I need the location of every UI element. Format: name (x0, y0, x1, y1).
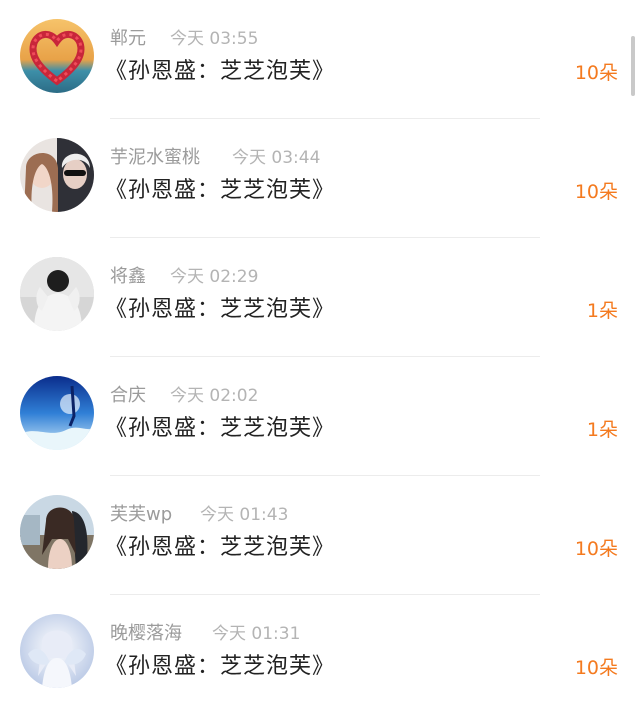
avatar[interactable] (20, 19, 94, 93)
timestamp: 今天 03:55 (170, 29, 259, 49)
scrollbar[interactable] (631, 36, 635, 96)
list-item[interactable]: 郸元 今天 03:55 《孙恩盛：芝芝泡芙》 10朵 (0, 0, 640, 119)
timestamp: 今天 01:31 (212, 624, 301, 644)
girl-photo-avatar-icon (20, 495, 94, 569)
list-item[interactable]: 将鑫 今天 02:29 《孙恩盛：芝芝泡芙》 1朵 (0, 238, 640, 357)
flower-count: 1朵 (586, 419, 618, 441)
flower-count: 10朵 (574, 538, 618, 560)
avatar[interactable] (20, 138, 94, 212)
flower-count: 10朵 (574, 62, 618, 84)
timestamp: 今天 02:29 (170, 267, 259, 287)
list-item[interactable]: 芋泥水蜜桃 今天 03:44 《孙恩盛：芝芝泡芙》 10朵 (0, 119, 640, 238)
timestamp: 今天 02:02 (170, 386, 259, 406)
gift-message: 《孙恩盛：芝芝泡芙》 (105, 654, 336, 679)
flower-count: 10朵 (574, 181, 618, 203)
avatar[interactable] (20, 257, 94, 331)
moon-festival-avatar-icon (20, 376, 94, 450)
user-name: 芙芙wp (110, 504, 173, 525)
gift-message: 《孙恩盛：芝芝泡芙》 (105, 297, 336, 322)
heart-flowers-avatar-icon (20, 19, 94, 93)
user-name: 郸元 (110, 28, 146, 49)
timestamp: 今天 03:44 (232, 148, 321, 168)
user-name: 芋泥水蜜桃 (110, 147, 200, 168)
timestamp: 今天 01:43 (200, 505, 289, 525)
flower-count: 1朵 (586, 300, 618, 322)
gift-message: 《孙恩盛：芝芝泡芙》 (105, 535, 336, 560)
gift-message: 《孙恩盛：芝芝泡芙》 (105, 178, 336, 203)
bw-person-avatar-icon (20, 257, 94, 331)
avatar[interactable] (20, 376, 94, 450)
flower-count: 10朵 (574, 657, 618, 679)
gift-message: 《孙恩盛：芝芝泡芙》 (105, 416, 336, 441)
gift-message: 《孙恩盛：芝芝泡芙》 (105, 59, 336, 84)
list-item[interactable]: 芙芙wp 今天 01:43 《孙恩盛：芝芝泡芙》 10朵 (0, 476, 640, 595)
couple-photo-avatar-icon (20, 138, 94, 212)
avatar[interactable] (20, 495, 94, 569)
user-name: 合庆 (110, 385, 146, 406)
user-name: 将鑫 (110, 266, 146, 287)
avatar[interactable] (20, 614, 94, 688)
angel-art-avatar-icon (20, 614, 94, 688)
list-item[interactable]: 合庆 今天 02:02 《孙恩盛：芝芝泡芙》 1朵 (0, 357, 640, 476)
list-item[interactable]: 晚樱落海 今天 01:31 《孙恩盛：芝芝泡芙》 10朵 (0, 595, 640, 714)
user-name: 晚樱落海 (110, 623, 182, 644)
